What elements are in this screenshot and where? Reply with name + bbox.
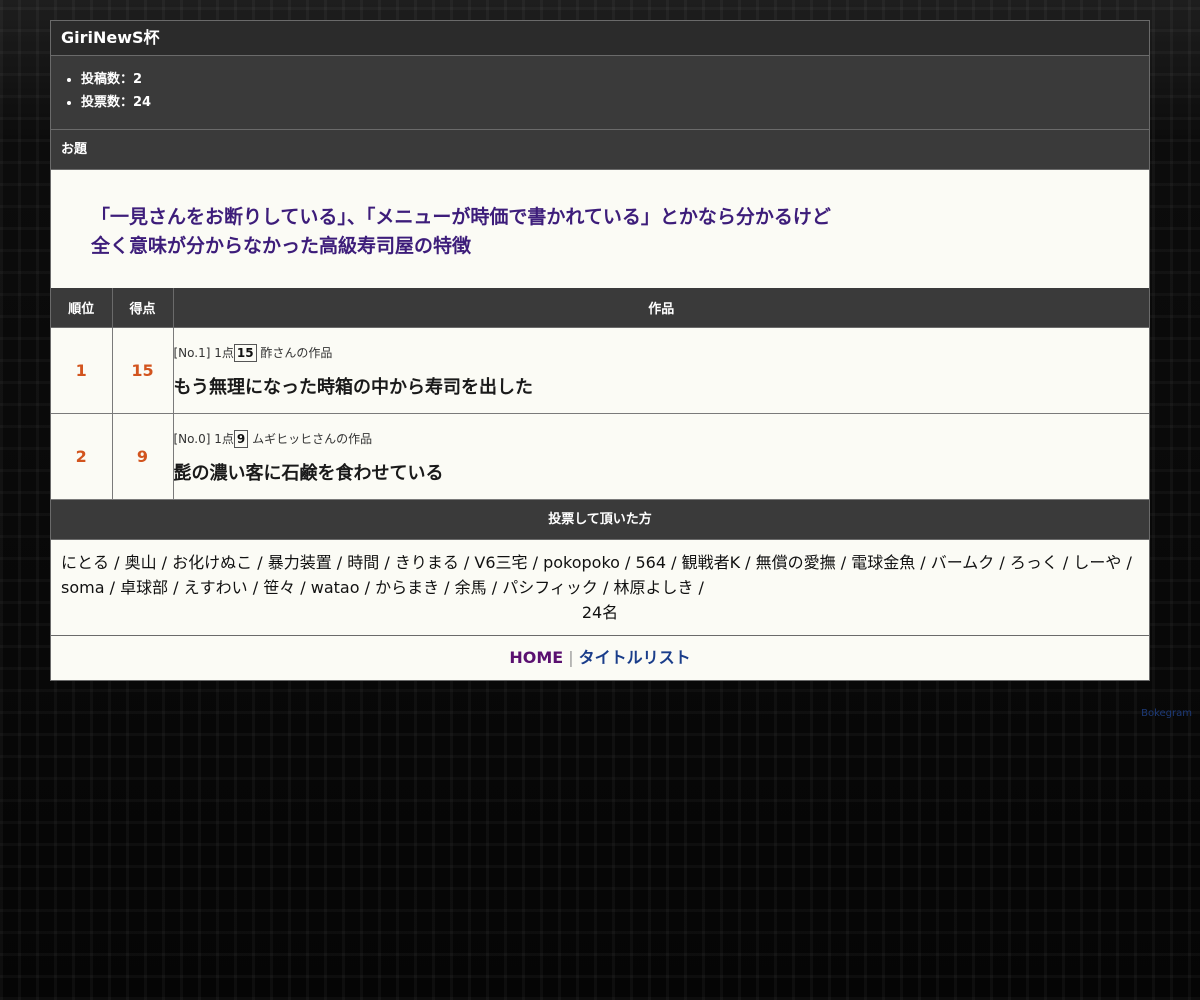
voters-list: にとる / 奥山 / お化けぬこ / 暴力装置 / 時間 / きりまる / V6… [61, 553, 1132, 597]
rank-cell: 1 [51, 327, 113, 414]
odai-label: お題 [51, 130, 1149, 170]
entry-cell: [No.1] 1点 15 酢さんの作品 もう無理になった時箱の中から寿司を出した [172, 327, 1150, 414]
odai-line-2: 全く意味が分からなかった高級寿司屋の特徴 [91, 235, 472, 257]
credit-link[interactable]: Bokegram [1141, 708, 1192, 719]
entry-meta: [No.0] 1点 9 ムギヒッヒさんの作品 [174, 429, 1150, 449]
rank-header: 順位 [51, 288, 113, 328]
home-link[interactable]: HOME [509, 648, 563, 667]
voters-section: にとる / 奥山 / お化けぬこ / 暴力装置 / 時間 / きりまる / V6… [51, 540, 1149, 636]
page-title: GiriNewS杯 [51, 21, 1149, 56]
stats-section: 投稿数：2 投票数：24 [51, 56, 1149, 130]
entry-author: ムギヒッヒさんの作品 [252, 431, 373, 446]
entry-number: [No.0] 1点 [173, 431, 234, 446]
stats-list: 投稿数：2 投票数：24 [51, 68, 1149, 114]
entry-text: 髭の濃い客に石鹸を食わせている [173, 462, 444, 484]
entry-vote-box: 15 [233, 343, 257, 362]
voters-label: 投票して頂いた方 [51, 500, 1149, 540]
rank-cell: 2 [51, 413, 113, 500]
table-row: 1 15 [No.1] 1点 15 酢さんの作品 もう無理になった時箱の中から寿司… [51, 327, 1150, 414]
entry-vote-box: 9 [233, 429, 249, 448]
score-cell: 15 [111, 327, 174, 414]
vote-count: 投票数：24 [81, 91, 1149, 114]
entry-meta: [No.1] 1点 15 酢さんの作品 [174, 343, 1150, 363]
footer-links: HOME | タイトルリスト [51, 636, 1149, 680]
results-panel: GiriNewS杯 投稿数：2 投票数：24 お題 「一見さんをお断りしている」… [50, 20, 1150, 681]
title-list-link[interactable]: タイトルリスト [579, 648, 691, 667]
results-table: 順位 得点 作品 1 15 [No.1] 1点 15 酢さんの作品 もう無理になっ… [51, 288, 1149, 500]
odai-theme: 「一見さんをお断りしている」、「メニューが時価で書かれている」とかなら分かるけど… [51, 170, 1149, 288]
work-header: 作品 [172, 288, 1149, 328]
score-header: 得点 [111, 288, 174, 328]
entry-text: もう無理になった時箱の中から寿司を出した [173, 376, 533, 398]
odai-line-1: 「一見さんをお断りしている」、「メニューが時価で書かれている」とかなら分かるけど [91, 206, 831, 228]
score-cell: 9 [111, 413, 174, 500]
link-separator: | [568, 648, 574, 667]
entry-number: [No.1] 1点 [173, 345, 234, 360]
table-header-row: 順位 得点 作品 [51, 288, 1149, 328]
post-count: 投稿数：2 [81, 68, 1149, 91]
table-row: 2 9 [No.0] 1点 9 ムギヒッヒさんの作品 髭の濃い客に石鹸を食わせてい… [51, 413, 1150, 500]
entry-author: 酢さんの作品 [260, 345, 333, 360]
entry-cell: [No.0] 1点 9 ムギヒッヒさんの作品 髭の濃い客に石鹸を食わせている [172, 413, 1150, 500]
voters-count: 24名 [581, 603, 619, 622]
